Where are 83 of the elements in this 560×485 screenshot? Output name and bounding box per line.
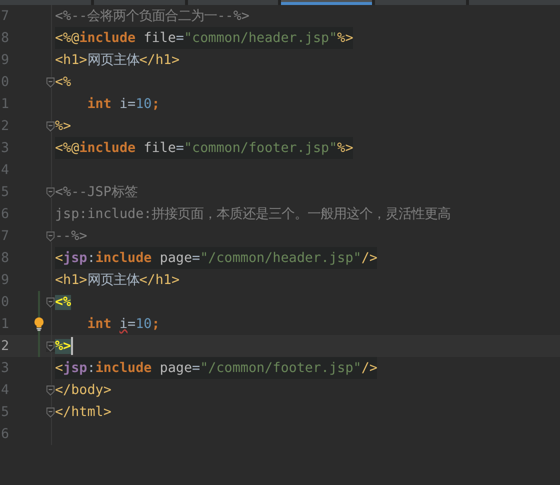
tag-token: < bbox=[55, 250, 64, 266]
code-text: 网页主体 bbox=[87, 52, 140, 69]
keyword-token: include bbox=[79, 140, 136, 156]
keyword-token: ; bbox=[152, 96, 160, 112]
warning-token: i bbox=[119, 316, 128, 332]
number-token: 10 bbox=[136, 96, 152, 112]
line-number: 1 bbox=[0, 96, 10, 112]
code-text: : bbox=[87, 250, 96, 266]
line-number: 0 bbox=[0, 74, 10, 90]
tag-token: < bbox=[55, 360, 64, 376]
line-number: 5 bbox=[0, 184, 10, 200]
fold-marker-icon[interactable] bbox=[46, 76, 55, 88]
code-text: i= bbox=[119, 96, 136, 112]
keyword-token: int bbox=[87, 96, 112, 112]
line-number: 8 bbox=[0, 30, 10, 46]
code-text: = bbox=[176, 30, 184, 46]
code-text: = bbox=[128, 316, 136, 332]
line-number: 2 bbox=[0, 338, 10, 354]
lightbulb-icon[interactable] bbox=[33, 317, 45, 331]
tag-token: %> bbox=[337, 140, 354, 156]
comment-text: <%--JSP标签 bbox=[55, 184, 138, 201]
keyword-token: ; bbox=[152, 316, 160, 332]
comment-text: jsp:include:拼接页面，本质还是三个。一般用这个，灵活性更高 bbox=[55, 206, 451, 223]
fold-marker-icon[interactable] bbox=[46, 186, 55, 198]
tag-token: </h1> bbox=[139, 272, 180, 288]
string-token: "common/header.jsp" bbox=[184, 30, 338, 46]
tag-token: <h1> bbox=[55, 272, 88, 288]
tag-token: /> bbox=[361, 250, 378, 266]
line-number: 6 bbox=[0, 206, 10, 222]
tag-token: %> bbox=[55, 118, 72, 134]
code-text: = bbox=[192, 360, 200, 376]
tag-token: <%@ bbox=[55, 140, 80, 156]
fold-marker-icon[interactable] bbox=[46, 406, 55, 418]
line-number: 5 bbox=[0, 404, 10, 420]
line-number: 9 bbox=[0, 272, 10, 288]
tag-token: %> bbox=[337, 30, 354, 46]
string-token: "common/footer.jsp" bbox=[184, 140, 338, 156]
line-number: 3 bbox=[0, 360, 10, 376]
line-number: 3 bbox=[0, 140, 10, 156]
line-number: 8 bbox=[0, 250, 10, 266]
tag-token: <% bbox=[55, 74, 72, 90]
line-number: 6 bbox=[0, 426, 10, 442]
tag-token: </h1> bbox=[139, 52, 180, 68]
line-number: 7 bbox=[0, 228, 10, 244]
string-token: "/common/header.jsp" bbox=[200, 250, 362, 266]
attribute-token: page bbox=[160, 250, 192, 266]
line-number: 7 bbox=[0, 8, 10, 24]
editor-tab[interactable] bbox=[281, 0, 372, 5]
fold-marker-icon[interactable] bbox=[46, 120, 55, 132]
code-text: = bbox=[176, 140, 184, 156]
tag-token: <h1> bbox=[55, 52, 88, 68]
attribute-token: file bbox=[144, 140, 176, 156]
tag-token: </body> bbox=[55, 382, 112, 398]
line-number: 1 bbox=[0, 316, 10, 332]
keyword-token: int bbox=[87, 316, 112, 332]
line-number: 9 bbox=[0, 52, 10, 68]
keyword-token: include bbox=[79, 30, 136, 46]
comment-text: --%> bbox=[55, 228, 88, 244]
namespace-token: jsp bbox=[63, 360, 88, 376]
keyword-token: include bbox=[95, 250, 152, 266]
string-token: "/common/footer.jsp" bbox=[200, 360, 362, 376]
tag-token: <%@ bbox=[55, 30, 80, 46]
tag-token: </html> bbox=[55, 404, 112, 420]
keyword-token: include bbox=[95, 360, 152, 376]
code-text: 网页主体 bbox=[87, 272, 140, 289]
line-number: 0 bbox=[0, 294, 10, 310]
line-number: 4 bbox=[0, 162, 10, 178]
fold-marker-icon[interactable] bbox=[46, 384, 55, 396]
code-text: = bbox=[192, 250, 200, 266]
attribute-token: file bbox=[144, 30, 176, 46]
comment-text: <%--会将两个负面合二为一--%> bbox=[55, 8, 250, 25]
matched-brace: %> bbox=[55, 338, 72, 354]
fold-marker-icon[interactable] bbox=[46, 340, 55, 352]
line-number: 2 bbox=[0, 118, 10, 134]
fold-marker-icon[interactable] bbox=[46, 230, 55, 242]
matched-brace: <% bbox=[55, 294, 72, 310]
line-number: 4 bbox=[0, 382, 10, 398]
number-token: 10 bbox=[136, 316, 152, 332]
fold-marker-icon[interactable] bbox=[46, 296, 55, 308]
code-text: : bbox=[87, 360, 96, 376]
attribute-token: page bbox=[160, 360, 192, 376]
tag-token: /> bbox=[361, 360, 378, 376]
namespace-token: jsp bbox=[63, 250, 88, 266]
